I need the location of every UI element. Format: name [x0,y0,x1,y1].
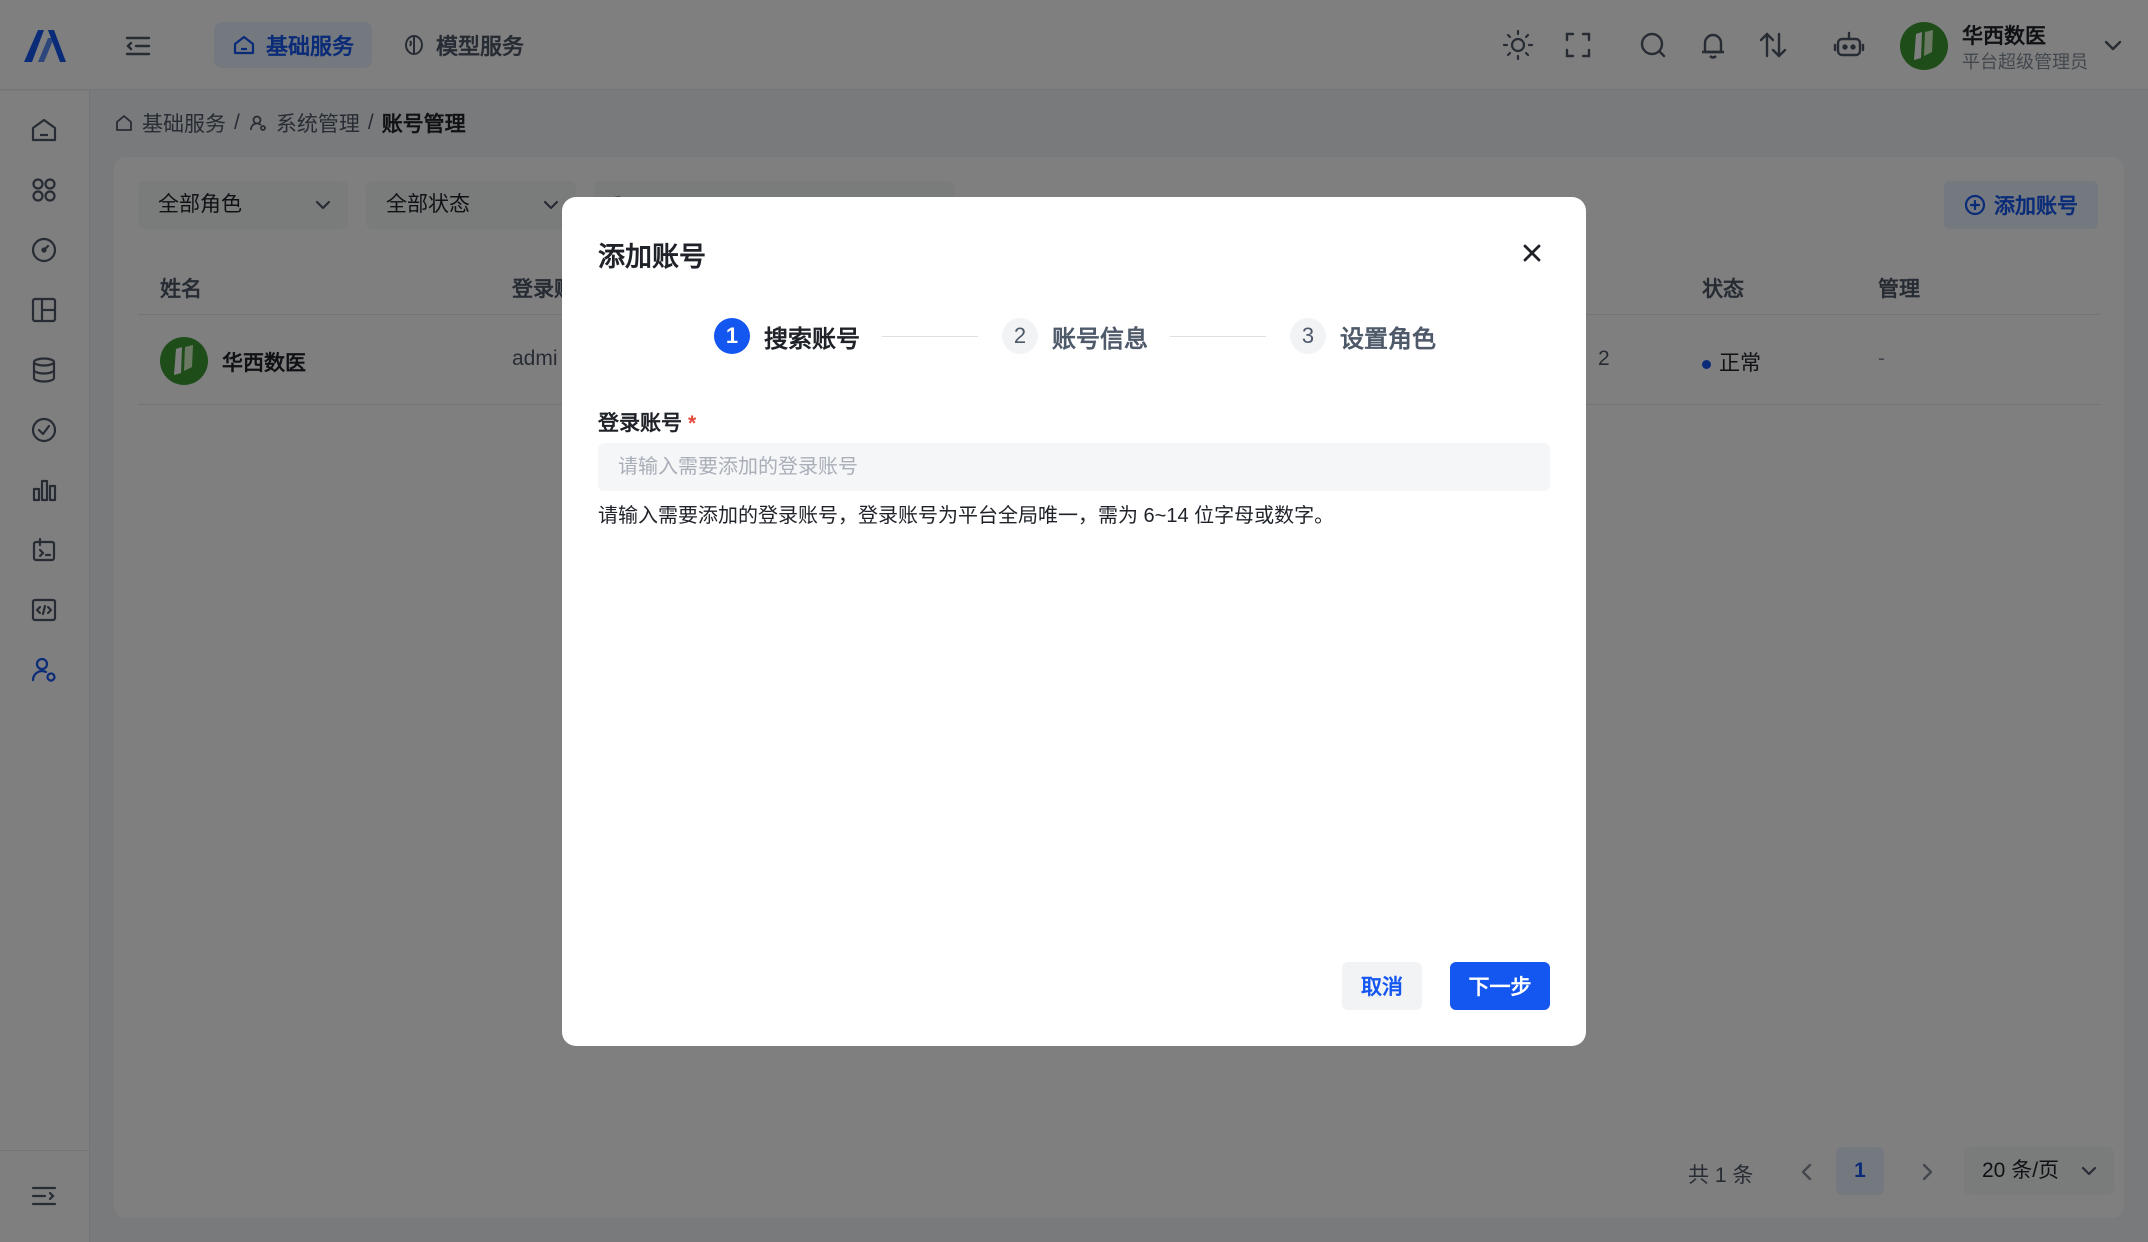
step-connector [1170,336,1266,337]
close-icon[interactable] [1518,239,1546,267]
step-label: 搜索账号 [764,325,860,353]
step-label: 设置角色 [1340,325,1436,353]
login-account-label: 登录账号 * [598,407,696,437]
login-account-help: 请输入需要添加的登录账号，登录账号为平台全局唯一，需为 6~14 位字母或数字。 [598,505,1335,527]
step-account-info: 2 账号信息 [1002,317,1148,355]
next-step-button[interactable]: 下一步 [1450,962,1550,1010]
step-label: 账号信息 [1052,325,1148,353]
required-mark: * [688,412,697,435]
login-account-input[interactable] [598,443,1550,491]
cancel-button[interactable]: 取消 [1342,962,1422,1010]
step-connector [882,336,978,337]
step-number: 1 [714,318,750,354]
step-search-account: 1 搜索账号 [714,317,860,355]
step-number: 3 [1290,318,1326,354]
step-number: 2 [1002,318,1038,354]
add-account-modal: 添加账号 1 搜索账号 2 账号信息 3 设置角色 登录账号 * 请输入需要添加的… [562,197,1586,1046]
login-account-label-text: 登录账号 [598,412,682,435]
step-set-role: 3 设置角色 [1290,317,1436,355]
modal-title: 添加账号 [598,242,706,272]
